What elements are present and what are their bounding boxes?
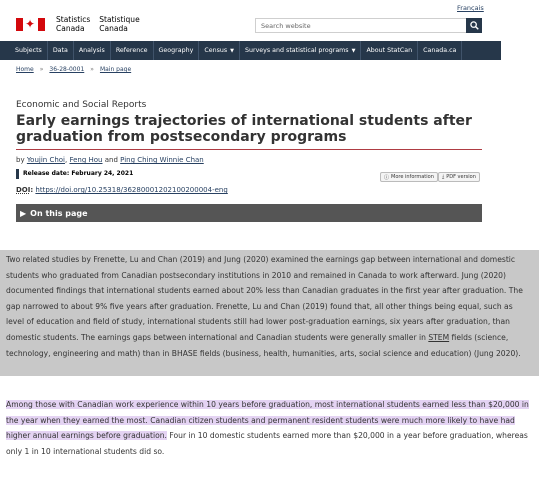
release-date: Release date: February 24, 2021 xyxy=(16,169,133,179)
download-icon: ⤓ xyxy=(442,174,445,180)
main-nav: Subjects Data Analysis Reference Geograp… xyxy=(0,41,501,60)
breadcrumb-separator: » xyxy=(90,66,94,73)
page-title: Early earnings trajectories of internati… xyxy=(16,113,472,145)
nav-data[interactable]: Data xyxy=(48,41,74,60)
more-information-button[interactable]: ⓘ More information xyxy=(380,172,438,182)
on-this-page-toggle[interactable]: ▶ On this page xyxy=(16,204,482,222)
paragraph-pre-graduation-earnings: Among those with Canadian work experienc… xyxy=(6,400,529,456)
doi-link[interactable]: https://doi.org/10.25318/362800012021002… xyxy=(35,186,227,194)
breadcrumb-series[interactable]: 36-28-0001 xyxy=(49,66,84,73)
chevron-down-icon: ▼ xyxy=(351,47,356,54)
signature-fr-line2: Canada xyxy=(99,23,128,33)
canada-flag-icon: ✦ xyxy=(16,17,45,31)
statcan-signature[interactable]: Statistics Canada Statistique Canada xyxy=(56,15,140,33)
publication-series: Economic and Social Reports xyxy=(16,100,147,110)
breadcrumb: Home » 36-28-0001 » Main page xyxy=(16,66,131,73)
byline: by Youjin Choi, Feng Hou and Ping Ching … xyxy=(16,156,204,164)
author-link[interactable]: Ping Ching Winnie Chan xyxy=(120,156,204,164)
search-button[interactable] xyxy=(466,18,482,33)
nav-geography[interactable]: Geography xyxy=(154,41,200,60)
info-icon: ⓘ xyxy=(384,174,390,181)
nav-reference[interactable]: Reference xyxy=(111,41,154,60)
nav-census[interactable]: Census ▼ xyxy=(199,41,240,60)
author-link[interactable]: Feng Hou xyxy=(69,156,102,164)
nav-subjects[interactable]: Subjects xyxy=(10,41,48,60)
language-toggle-link[interactable]: Français xyxy=(457,4,484,12)
search-input[interactable]: Search website xyxy=(255,18,467,33)
nav-about[interactable]: About StatCan xyxy=(361,41,419,60)
stem-abbreviation: STEM xyxy=(428,332,450,342)
title-underline xyxy=(16,149,482,150)
chevron-down-icon: ▼ xyxy=(230,47,234,54)
breadcrumb-separator: » xyxy=(39,66,44,73)
nav-surveys[interactable]: Surveys and statistical programs ▼ xyxy=(240,41,362,60)
breadcrumb-home[interactable]: Home xyxy=(16,66,34,73)
nav-canada-ca[interactable]: Canada.ca xyxy=(418,41,463,60)
triangle-right-icon: ▶ xyxy=(20,208,27,218)
breadcrumb-main-page[interactable]: Main page xyxy=(100,66,131,73)
search-icon xyxy=(469,21,479,30)
author-link[interactable]: Youjin Choi xyxy=(27,156,65,164)
pdf-version-button[interactable]: ⤓ PDF version xyxy=(438,172,480,182)
paragraph-related-studies: Two related studies by Frenette, Lu and … xyxy=(0,250,539,376)
nav-analysis[interactable]: Analysis xyxy=(74,41,111,60)
doi: DOI: https://doi.org/10.25318/3628000120… xyxy=(16,186,228,194)
signature-en-line2: Canada xyxy=(56,23,85,33)
